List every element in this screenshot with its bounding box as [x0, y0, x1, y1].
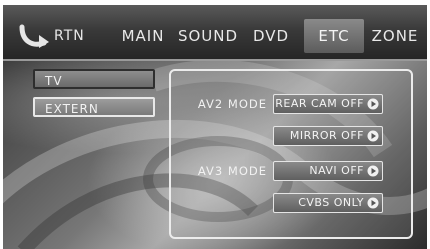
rear-cam-button[interactable]: REAR CAM OFF — [273, 94, 383, 114]
tab-dvd[interactable]: DVD — [246, 19, 296, 53]
return-arrow-icon — [19, 24, 49, 48]
cvbs-button[interactable]: CVBS ONLY — [273, 193, 383, 213]
top-nav-bar: RTN MAIN SOUND DVD ETC ZONE — [3, 5, 427, 59]
tab-etc[interactable]: ETC — [304, 19, 364, 53]
navi-label: NAVI OFF — [309, 164, 364, 177]
play-arrow-icon — [367, 165, 379, 177]
tab-zone[interactable]: ZONE — [367, 19, 423, 53]
cvbs-label: CVBS ONLY — [298, 196, 364, 209]
return-button[interactable]: RTN — [18, 19, 85, 53]
mirror-label: MIRROR OFF — [289, 129, 364, 142]
content-area: TV EXTERN AV2 MODE REAR CAM OFF MIRROR O… — [3, 61, 427, 249]
sidebar-item-tv[interactable]: TV — [33, 69, 155, 89]
return-label: RTN — [54, 28, 85, 44]
play-arrow-icon — [367, 197, 379, 209]
navi-button[interactable]: NAVI OFF — [273, 161, 383, 181]
av3-mode-label: AV3 MODE — [197, 164, 267, 178]
av2-mode-label: AV2 MODE — [197, 97, 267, 111]
tab-sound[interactable]: SOUND — [173, 19, 243, 53]
mirror-button[interactable]: MIRROR OFF — [273, 126, 383, 146]
rear-cam-label: REAR CAM OFF — [275, 97, 364, 110]
tab-main[interactable]: MAIN — [113, 19, 173, 53]
play-arrow-icon — [367, 98, 379, 110]
screen: RTN MAIN SOUND DVD ETC ZONE TV EXTERN AV… — [3, 5, 427, 249]
sidebar-item-extern[interactable]: EXTERN — [33, 97, 155, 117]
play-arrow-icon — [367, 130, 379, 142]
